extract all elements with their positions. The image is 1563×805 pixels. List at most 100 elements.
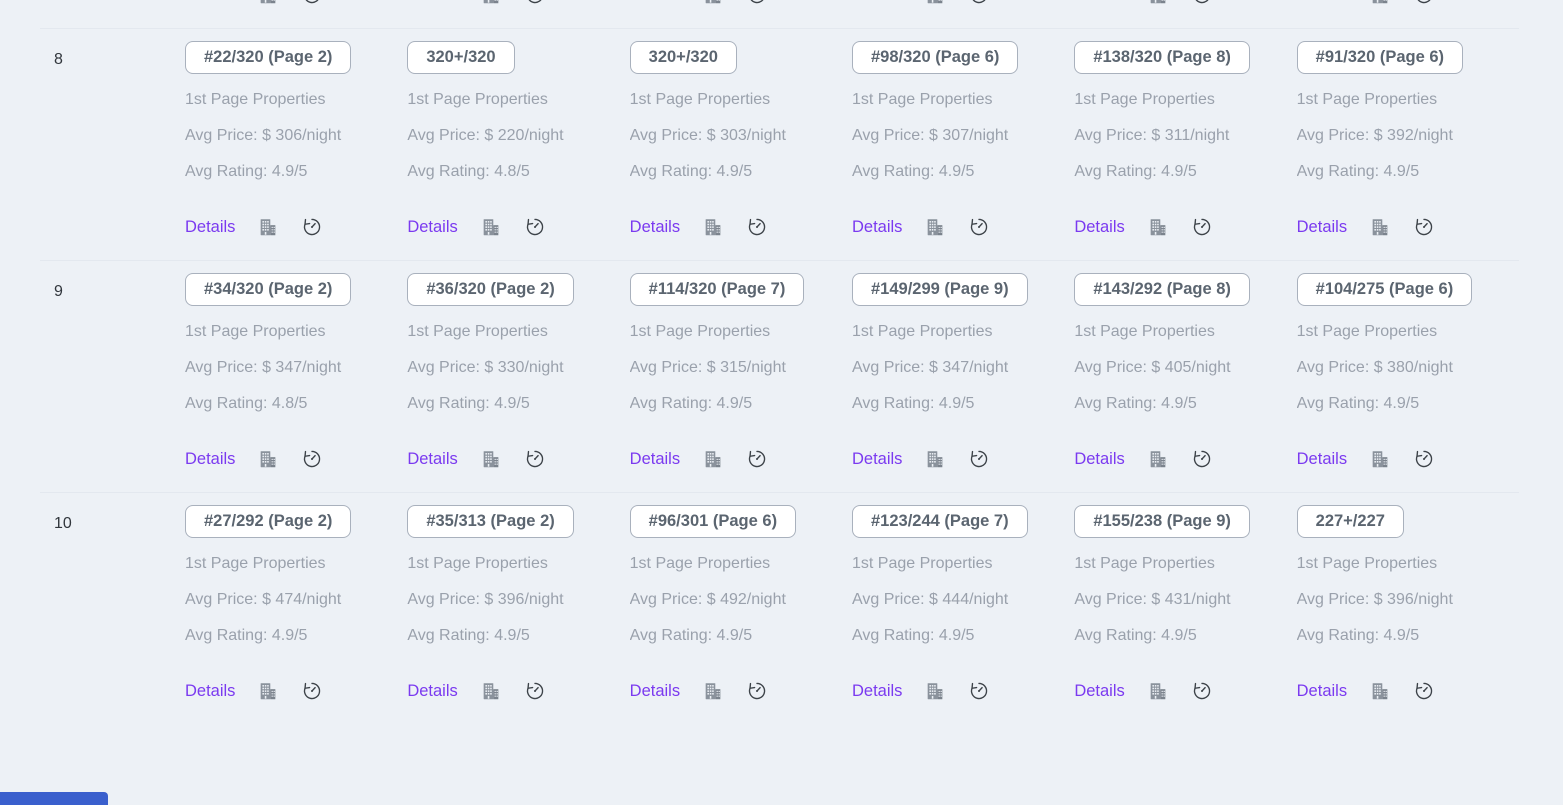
rank-badge[interactable]: #143/292 (Page 8): [1074, 273, 1250, 306]
rank-badge[interactable]: #34/320 (Page 2): [185, 273, 352, 306]
rank-badge[interactable]: #27/292 (Page 2): [185, 505, 352, 538]
rank-badge[interactable]: #149/299 (Page 9): [851, 273, 1028, 306]
details-link[interactable]: Details: [1074, 682, 1124, 701]
building-icon[interactable]: [702, 0, 724, 6]
row-number: 9: [54, 283, 63, 300]
building-icon[interactable]: [702, 216, 724, 238]
property-cell: Details: [1297, 0, 1519, 28]
history-clock-icon[interactable]: [746, 680, 768, 702]
building-icon[interactable]: [924, 680, 946, 702]
property-cell: Details: [852, 0, 1074, 28]
history-clock-icon[interactable]: [1191, 448, 1213, 470]
details-link[interactable]: Details: [1074, 0, 1124, 5]
details-link[interactable]: Details: [185, 0, 235, 5]
building-icon[interactable]: [924, 216, 946, 238]
properties-table: Details Details Details Details Details …: [40, 0, 1519, 725]
rank-badge[interactable]: #123/244 (Page 7): [851, 505, 1028, 538]
history-clock-icon[interactable]: [301, 216, 323, 238]
history-clock-icon[interactable]: [301, 448, 323, 470]
history-clock-icon[interactable]: [1413, 0, 1435, 6]
history-clock-icon[interactable]: [524, 448, 546, 470]
building-icon[interactable]: [924, 448, 946, 470]
building-icon[interactable]: [1369, 680, 1391, 702]
building-icon[interactable]: [1147, 448, 1169, 470]
rank-badge[interactable]: #96/301 (Page 6): [629, 505, 797, 538]
building-icon[interactable]: [480, 0, 502, 6]
rank-badge[interactable]: #98/320 (Page 6): [851, 41, 1019, 74]
history-clock-icon[interactable]: [746, 216, 768, 238]
details-link[interactable]: Details: [1074, 450, 1124, 469]
history-clock-icon[interactable]: [524, 680, 546, 702]
building-icon[interactable]: [257, 448, 279, 470]
history-clock-icon[interactable]: [1191, 216, 1213, 238]
building-icon[interactable]: [257, 0, 279, 6]
building-icon[interactable]: [257, 680, 279, 702]
cell-subtitle: 1st Page Properties: [1074, 91, 1215, 108]
building-icon[interactable]: [702, 680, 724, 702]
history-clock-icon[interactable]: [1191, 680, 1213, 702]
details-link[interactable]: Details: [1297, 0, 1347, 5]
details-link[interactable]: Details: [630, 450, 680, 469]
rank-badge[interactable]: #35/313 (Page 2): [407, 505, 574, 538]
details-link[interactable]: Details: [1297, 450, 1347, 469]
history-clock-icon[interactable]: [746, 0, 768, 6]
building-icon[interactable]: [1369, 0, 1391, 6]
building-icon[interactable]: [480, 680, 502, 702]
history-clock-icon[interactable]: [1413, 448, 1435, 470]
rank-badge[interactable]: #114/320 (Page 7): [629, 273, 805, 306]
building-icon[interactable]: [480, 448, 502, 470]
building-icon[interactable]: [480, 216, 502, 238]
details-link[interactable]: Details: [852, 0, 902, 5]
details-link[interactable]: Details: [407, 218, 457, 237]
building-icon[interactable]: [1147, 216, 1169, 238]
history-clock-icon[interactable]: [524, 0, 546, 6]
details-link[interactable]: Details: [852, 450, 902, 469]
building-icon[interactable]: [924, 0, 946, 6]
building-icon[interactable]: [1147, 0, 1169, 6]
history-clock-icon[interactable]: [301, 680, 323, 702]
details-link[interactable]: Details: [1297, 218, 1347, 237]
details-link[interactable]: Details: [185, 450, 235, 469]
history-clock-icon[interactable]: [968, 680, 990, 702]
rank-badge[interactable]: #138/320 (Page 8): [1074, 41, 1250, 74]
history-clock-icon[interactable]: [968, 0, 990, 6]
details-link[interactable]: Details: [852, 682, 902, 701]
avg-price-text: Avg Price: $ 303/night: [629, 127, 786, 144]
building-icon[interactable]: [1369, 216, 1391, 238]
details-link[interactable]: Details: [1074, 218, 1124, 237]
details-link[interactable]: Details: [630, 682, 680, 701]
property-cell: Details: [185, 0, 407, 28]
rank-badge[interactable]: #91/320 (Page 6): [1296, 41, 1464, 74]
history-clock-icon[interactable]: [1191, 0, 1213, 6]
rank-badge[interactable]: 227+/227: [1296, 505, 1404, 538]
details-link[interactable]: Details: [407, 0, 457, 5]
details-link[interactable]: Details: [630, 218, 680, 237]
rank-badge[interactable]: #155/238 (Page 9): [1074, 505, 1250, 538]
details-link[interactable]: Details: [630, 0, 680, 5]
building-icon[interactable]: [257, 216, 279, 238]
details-link[interactable]: Details: [852, 218, 902, 237]
building-icon[interactable]: [1147, 680, 1169, 702]
rank-badge[interactable]: #36/320 (Page 2): [407, 273, 574, 306]
property-cell: #149/299 (Page 9) 1st Page Properties Av…: [851, 261, 1074, 492]
details-link[interactable]: Details: [407, 682, 457, 701]
history-clock-icon[interactable]: [301, 0, 323, 6]
details-link[interactable]: Details: [185, 682, 235, 701]
details-link[interactable]: Details: [185, 218, 235, 237]
history-clock-icon[interactable]: [746, 448, 768, 470]
history-clock-icon[interactable]: [1413, 216, 1435, 238]
history-clock-icon[interactable]: [968, 216, 990, 238]
details-link[interactable]: Details: [1297, 682, 1347, 701]
history-clock-icon[interactable]: [1413, 680, 1435, 702]
property-cell: Details: [407, 0, 629, 28]
history-clock-icon[interactable]: [968, 448, 990, 470]
rank-badge[interactable]: #104/275 (Page 6): [1296, 273, 1473, 306]
building-icon[interactable]: [1369, 448, 1391, 470]
history-clock-icon[interactable]: [524, 216, 546, 238]
building-icon[interactable]: [702, 448, 724, 470]
cell-subtitle: 1st Page Properties: [851, 323, 993, 340]
details-link[interactable]: Details: [407, 450, 457, 469]
rank-badge[interactable]: 320+/320: [407, 41, 515, 74]
rank-badge[interactable]: 320+/320: [629, 41, 737, 74]
rank-badge[interactable]: #22/320 (Page 2): [185, 41, 352, 74]
